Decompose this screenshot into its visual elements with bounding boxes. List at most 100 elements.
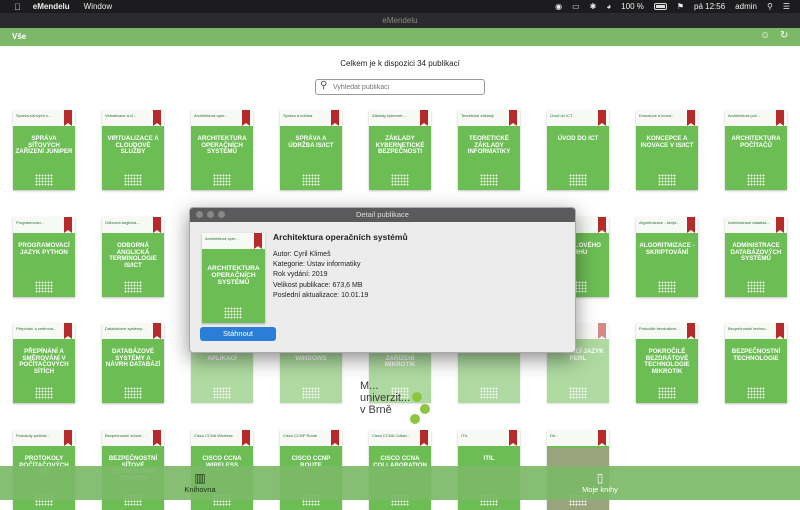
cover-title: Architektura operačních systémů [207, 265, 260, 287]
apple-icon[interactable]:  [14, 2, 21, 12]
dots-pattern [658, 281, 676, 293]
app-toolbar: Vše ☺ ↻ [0, 28, 800, 46]
dialog-titlebar: Detail publikace [190, 208, 575, 222]
dots-pattern [35, 281, 53, 293]
tab-my-books[interactable]: ▯ Moje knihy [578, 471, 622, 494]
tab-library[interactable]: ▥ Knihovna [180, 471, 220, 494]
flag-icon[interactable]: ⚑ [677, 2, 684, 11]
book-title: Programovací jazyk Python [18, 242, 70, 256]
info-year: Rok vydání: 2019 [273, 271, 328, 279]
bookmark-icon [687, 323, 695, 339]
user-name[interactable]: admin [735, 2, 757, 11]
bookmark-icon [776, 323, 784, 339]
book-title: Odborná anglická terminologie IS/ICT [109, 242, 157, 270]
book-title: Algoritmizace - skriptování [639, 242, 695, 256]
bookmark-icon [153, 110, 161, 126]
book-cover[interactable]: Koncepce a inova... Koncepce a inovace v … [636, 110, 698, 190]
book-cover[interactable]: Algoritmizace - skript... Algoritmizace -… [636, 217, 698, 297]
battery-percent: 100 % [621, 2, 644, 11]
book-cover[interactable]: Teoretické základy Teoretické základy inf… [458, 110, 520, 190]
filter-all[interactable]: Vše [12, 32, 26, 41]
dots-pattern [35, 387, 53, 399]
bookmark-icon [509, 110, 517, 126]
book-title: Virtualizace a cloudové služby [107, 135, 159, 156]
dialog-info: Architektura operačních systémů Autor: C… [273, 232, 408, 302]
book-series-label: Administrace databáz... [728, 220, 770, 225]
menu-app-name[interactable]: eMendelu [33, 2, 70, 11]
mendelu-logo: M... univerzit... v Brně [360, 380, 411, 417]
book-series-label: Virtualizace a cl... [105, 113, 137, 118]
list-icon[interactable]: ☰ [783, 2, 790, 11]
book-cover[interactable]: Administrace databáz... Administrace data… [725, 217, 787, 297]
book-series-label: Přepínání a směrová... [16, 326, 57, 331]
book-cover[interactable]: Bezpečnostní techno... Bezpečnostní techn… [725, 323, 787, 403]
book-cover[interactable]: Architektura poč... Architektura počítačů [725, 110, 787, 190]
book-cover[interactable]: Programovací... Programovací jazyk Python [13, 217, 75, 297]
search-box[interactable]: ⚲ [315, 79, 485, 95]
dots-pattern [747, 281, 765, 293]
airplay-icon[interactable]: ▭ [572, 2, 580, 11]
bookmark-icon [509, 430, 517, 446]
wifi-icon[interactable]: ◕ [606, 2, 611, 11]
bookmark-icon [254, 233, 262, 249]
search-input[interactable] [333, 82, 481, 93]
book-cover[interactable]: Architektura oper... Architektura operačn… [191, 110, 253, 190]
book-series-label: Bezpečnostní techno... [728, 326, 769, 331]
book-cover[interactable]: Odborná anglická... Odborná anglická term… [102, 217, 164, 297]
book-series-label: Dě... [550, 433, 559, 438]
book-series-label: Odborná anglická... [105, 220, 140, 225]
publications-count: Celkem je k dispozici 34 publikací [340, 59, 460, 68]
minimize-icon[interactable] [207, 211, 214, 218]
dots-pattern [213, 387, 231, 399]
dots-pattern [213, 174, 231, 186]
close-icon[interactable] [196, 211, 203, 218]
dots-pattern [124, 174, 142, 186]
book-series-label: Cisco CCNA Wireless [194, 433, 233, 438]
dots-pattern [658, 174, 676, 186]
dots-pattern [658, 387, 676, 399]
info-updated: Poslední aktualizace: 10.01.19 [273, 291, 369, 299]
bluetooth-icon[interactable]: ✱ [590, 2, 597, 11]
book-title: Databázové systémy a návrh databází [105, 348, 161, 369]
controlcenter-icon[interactable]: ◉ [555, 2, 562, 11]
book-cover[interactable]: Správa síťových z... Správa síťových zaří… [13, 110, 75, 190]
book-cover[interactable]: Virtualizace a cl... Virtualizace a cloud… [102, 110, 164, 190]
dialog-cover: Architektura oper... Architektura operač… [202, 233, 265, 323]
publication-title: Architektura operačních systémů [273, 232, 408, 242]
zoom-icon[interactable] [218, 211, 225, 218]
book-cover[interactable]: Databázové systémy... Databázové systémy … [102, 323, 164, 403]
logo-dot [410, 414, 420, 424]
book-series-label: Správa síťových z... [16, 113, 52, 118]
book-cover[interactable]: Přepínání a směrová... Přepínání a směrov… [13, 323, 75, 403]
dots-pattern [569, 174, 587, 186]
book-series-label: ITIL [461, 433, 468, 438]
book-cover[interactable]: Pokročilé bezdrátové... Pokročilé bezdrát… [636, 323, 698, 403]
spotlight-icon[interactable]: ⚲ [767, 2, 773, 11]
user-icon[interactable]: ☺ [760, 30, 770, 41]
refresh-icon[interactable]: ↻ [780, 30, 788, 41]
bookmark-icon [598, 217, 606, 233]
bottom-tabbar: ▥ Knihovna ▯ Moje knihy [0, 466, 800, 500]
book-title: Architektura operačních systémů [197, 135, 247, 156]
book-series-label: Architektura oper... [194, 113, 228, 118]
book-cover[interactable]: Správa a údržba Správa a údržba IS/ICT [280, 110, 342, 190]
bookmark-icon [242, 430, 250, 446]
book-title: Teoretické základy informatiky [467, 135, 511, 156]
menu-window[interactable]: Window [84, 2, 112, 11]
clock[interactable]: pá 12:56 [694, 2, 725, 11]
open-book-icon: ▯ [596, 471, 604, 485]
bookmark-icon [64, 430, 72, 446]
download-button[interactable]: Stáhnout [200, 327, 276, 341]
book-cover[interactable]: Úvod do ICT Úvod do ICT [547, 110, 609, 190]
book-series-label: Správa a údržba [283, 113, 313, 118]
book-series-label: Protokoly počítač... [16, 433, 51, 438]
bookmark-icon [153, 323, 161, 339]
dots-pattern [302, 387, 320, 399]
battery-icon[interactable] [653, 3, 667, 10]
dots-pattern [480, 387, 498, 399]
book-series-label: Databázové systémy... [105, 326, 146, 331]
book-cover[interactable]: Základy kybernet... Základy kybernetické … [369, 110, 431, 190]
book-title: Koncepce a inovace v IS/ICT [640, 135, 694, 149]
bookmark-icon [598, 323, 606, 339]
bookmark-icon [687, 217, 695, 233]
